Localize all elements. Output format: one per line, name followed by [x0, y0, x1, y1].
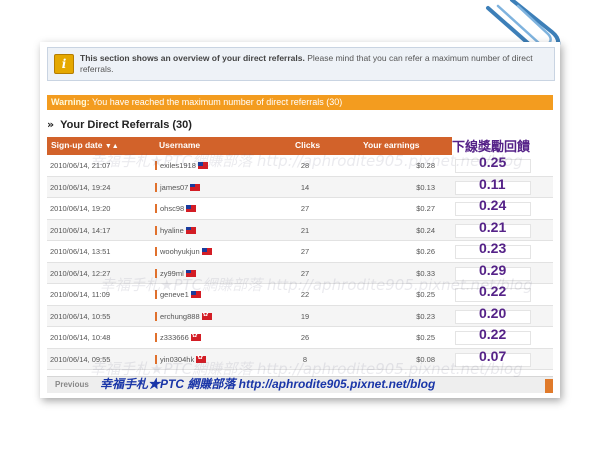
signup-date: 2010/06/14, 12:27: [50, 268, 111, 278]
signup-date: 2010/06/14, 09:55: [50, 354, 111, 364]
earnings-cell: $0.26: [416, 247, 435, 256]
username-link[interactable]: exiles1918: [155, 161, 208, 170]
info-box: i This section shows an overview of your…: [47, 47, 555, 81]
flag-icon: [196, 353, 207, 363]
username-link[interactable]: yin0304hk: [155, 353, 207, 364]
earnings-cell: $0.25: [416, 333, 435, 342]
username-link[interactable]: hyaline: [155, 225, 196, 235]
flag-icon: [190, 183, 201, 191]
header-clicks[interactable]: Clicks: [295, 140, 320, 150]
clicks-cell: 28: [300, 161, 310, 170]
earnings-cell: $0.28: [416, 161, 435, 170]
signup-date: 2010/06/14, 10:48: [50, 333, 111, 342]
username-link[interactable]: james07: [155, 182, 201, 192]
clicks-cell: 14: [300, 182, 310, 192]
earnings-cell: $0.23: [416, 311, 435, 321]
table-row: 2010/06/14, 19:24 james07 14 $0.13 0.11: [47, 175, 553, 198]
blog-caption: 幸福手札★PTC 網賺部落 http://aphrodite905.pixnet…: [100, 377, 436, 391]
clicks-cell: 21: [300, 225, 310, 235]
page: { "info": { "bold": "This section shows …: [0, 0, 600, 450]
earnings-cell: $0.25: [416, 290, 435, 299]
double-chevron-icon: »: [47, 118, 55, 131]
flag-icon: [186, 205, 197, 212]
table-row: 2010/06/14, 09:55 yin0304hk 8 $0.08 0.07: [47, 347, 553, 370]
clicks-cell: 22: [300, 290, 310, 299]
username-link[interactable]: z333666: [155, 331, 201, 342]
clicks-cell: 27: [300, 247, 310, 256]
table-row: 2010/06/14, 13:51 woohyukjun 27 $0.26 0.23: [47, 240, 553, 263]
screenshot-frame: i This section shows an overview of your…: [40, 42, 560, 398]
signup-date: 2010/06/14, 19:24: [50, 182, 111, 192]
username-link[interactable]: ohsc98: [155, 204, 197, 213]
reward-value: 0.23: [479, 240, 507, 256]
clicks-cell: 26: [300, 333, 310, 342]
info-icon: i: [54, 54, 74, 74]
username-link[interactable]: erchung888: [155, 310, 212, 321]
reward-value: 0.24: [479, 197, 507, 213]
reward-value: 0.29: [479, 261, 507, 278]
referral-table-body: 2010/06/14, 21:07 exiles1918 28 $0.28 0.25 20…: [47, 154, 553, 370]
flag-icon: [185, 226, 196, 234]
next-button[interactable]: [545, 379, 553, 393]
earnings-cell: $0.13: [416, 182, 435, 192]
username-link[interactable]: woohyukjun: [155, 247, 212, 256]
flag-icon: [201, 248, 212, 255]
username-link[interactable]: geneve1: [155, 290, 201, 299]
flag-icon: [197, 162, 208, 169]
signup-date: 2010/06/14, 19:20: [50, 204, 111, 213]
header-signup-date[interactable]: Sign-up date ▼▲: [51, 140, 119, 150]
table-row: 2010/06/14, 11:09 geneve1 22 $0.25 0.22: [47, 283, 553, 306]
signup-date: 2010/06/14, 14:17: [50, 225, 111, 235]
table-row: 2010/06/14, 19:20 ohsc98 27 $0.27 0.24: [47, 197, 553, 220]
previous-button[interactable]: Previous: [51, 379, 93, 391]
clicks-cell: 19: [300, 311, 310, 321]
flag-icon: [185, 269, 196, 277]
section-title: » Your Direct Referrals (30): [47, 118, 192, 131]
earnings-cell: $0.33: [416, 268, 435, 278]
flag-icon: [201, 310, 212, 320]
info-text: This section shows an overview of your d…: [80, 53, 533, 74]
earnings-cell: $0.24: [416, 225, 435, 235]
clicks-cell: 27: [300, 204, 310, 213]
table-row: 2010/06/14, 10:48 z333666 26 $0.25 0.22: [47, 326, 553, 349]
table-row: 2010/06/14, 21:07 exiles1918 28 $0.28 0.25: [47, 154, 553, 177]
reward-header: 下線獎勵回饋: [452, 140, 531, 155]
header-username[interactable]: Username: [159, 140, 200, 150]
signup-date: 2010/06/14, 21:07: [50, 161, 111, 170]
table-header: Sign-up date ▼▲ Username Clicks Your ear…: [47, 137, 452, 155]
signup-date: 2010/06/14, 13:51: [50, 247, 111, 256]
clicks-cell: 8: [302, 354, 308, 364]
clicks-cell: 27: [300, 268, 310, 278]
table-row: 2010/06/14, 12:27 zy99ml 27 $0.33 0.29: [47, 261, 553, 284]
earnings-cell: $0.08: [416, 354, 435, 364]
reward-value: 0.20: [479, 304, 507, 321]
username-link[interactable]: zy99ml: [155, 268, 196, 278]
reward-value: 0.22: [479, 283, 507, 299]
earnings-cell: $0.27: [416, 204, 435, 213]
signup-date: 2010/06/14, 11:09: [50, 290, 110, 299]
reward-value: 0.22: [479, 326, 507, 342]
reward-value: 0.25: [479, 154, 507, 170]
warning-banner: Warning: You have reached the maximum nu…: [47, 95, 553, 110]
reward-value: 0.07: [479, 347, 507, 364]
table-row: 2010/06/14, 10:55 erchung888 19 $0.23 0.20: [47, 304, 553, 327]
signup-date: 2010/06/14, 10:55: [50, 311, 111, 321]
reward-value: 0.11: [479, 175, 506, 192]
header-earnings[interactable]: Your earnings: [363, 140, 420, 150]
table-row: 2010/06/14, 14:17 hyaline 21 $0.24 0.21: [47, 218, 553, 241]
flag-icon: [190, 331, 201, 341]
flag-icon: [190, 291, 201, 298]
reward-value: 0.21: [479, 218, 507, 235]
